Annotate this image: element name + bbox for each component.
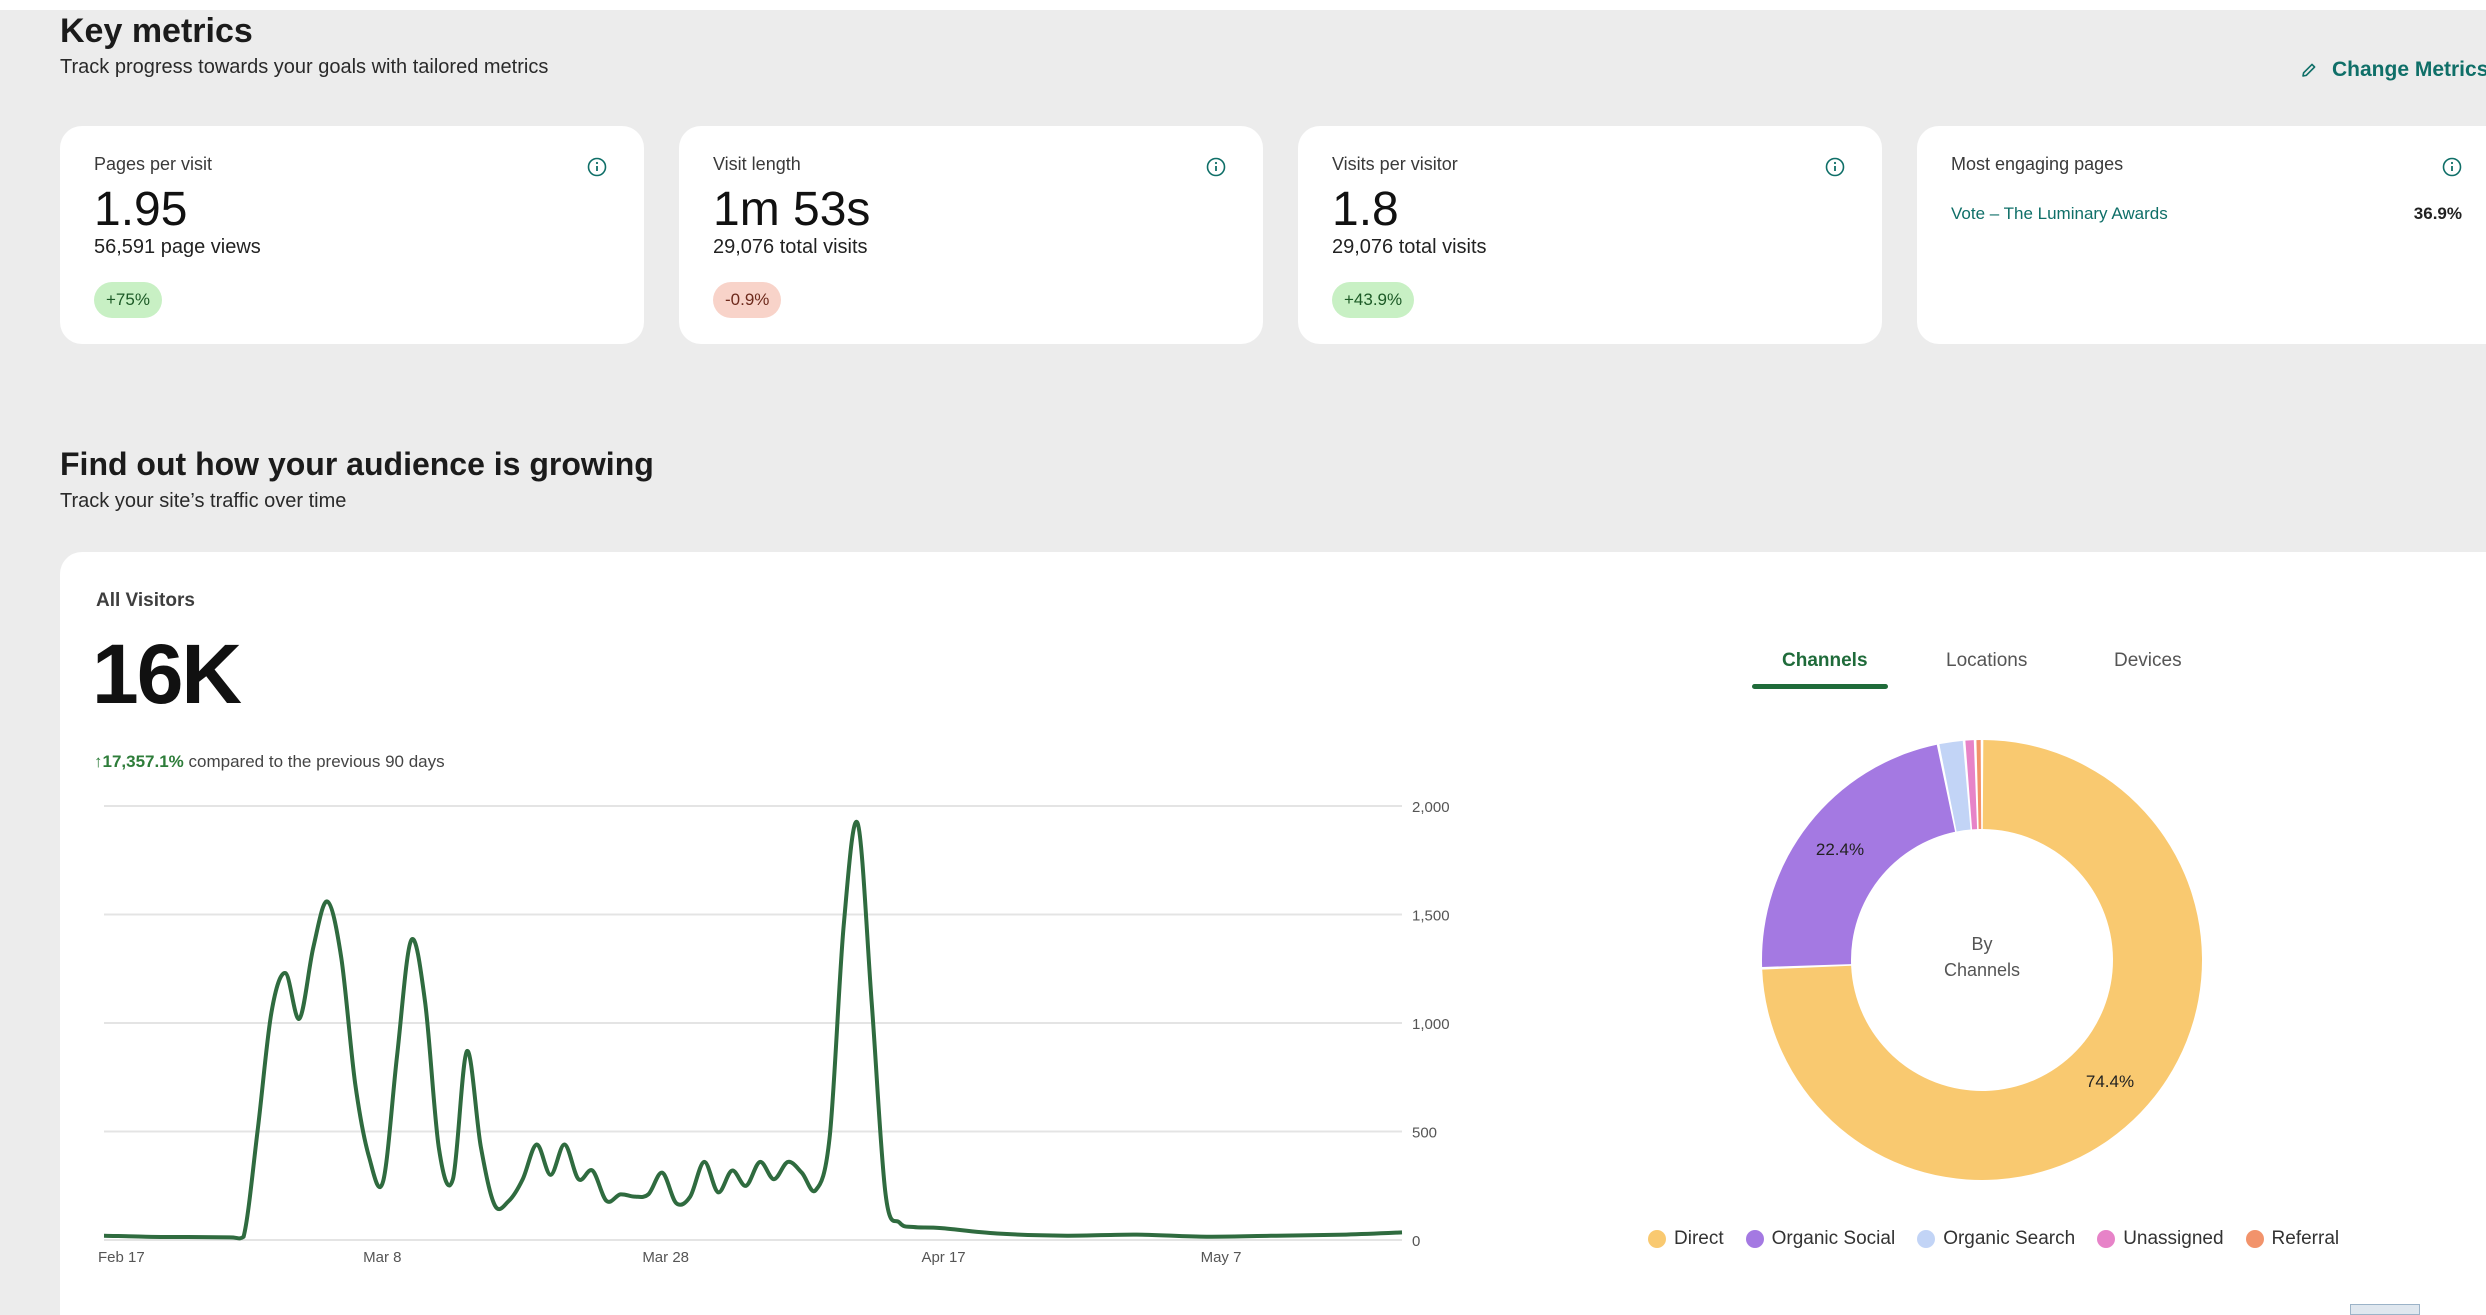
- legend-item-unassigned[interactable]: Unassigned: [2097, 1228, 2224, 1250]
- legend-label: Direct: [1674, 1228, 1724, 1249]
- donut-slice[interactable]: [1976, 740, 1982, 830]
- legend-item-direct[interactable]: Direct: [1648, 1228, 1724, 1250]
- legend-swatch: [2245, 1230, 2264, 1248]
- legend-swatch: [1745, 1230, 1764, 1248]
- donut-legend: Direct Organic Social Organic Search Una…: [1648, 1228, 2339, 1250]
- legend-item-referral[interactable]: Referral: [2245, 1228, 2340, 1250]
- scroll-thumb[interactable]: [2350, 1304, 2420, 1315]
- legend-swatch: [2097, 1230, 2116, 1248]
- legend-swatch: [1917, 1230, 1936, 1248]
- channels-donut-chart: 74.4% 22.4% By Channels: [1761, 740, 2202, 1181]
- legend-label: Referral: [2271, 1228, 2340, 1249]
- legend-item-organic-social[interactable]: Organic Social: [1745, 1228, 1896, 1250]
- donut-center-label: Channels: [1944, 960, 2020, 980]
- legend-label: Organic Search: [1943, 1228, 2076, 1249]
- legend-label: Unassigned: [2123, 1228, 2224, 1249]
- legend-item-organic-search[interactable]: Organic Search: [1917, 1228, 2075, 1250]
- legend-swatch: [1648, 1230, 1666, 1248]
- donut-center-label: By: [1971, 934, 1992, 954]
- legend-label: Organic Social: [1771, 1228, 1896, 1249]
- slice-data-label: 22.4%: [1816, 840, 1864, 859]
- slice-data-label: 74.4%: [2086, 1072, 2134, 1091]
